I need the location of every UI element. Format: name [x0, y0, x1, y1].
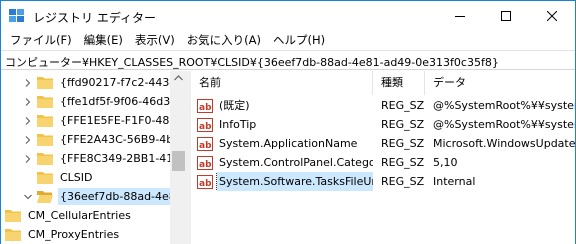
folder-icon: [37, 153, 53, 165]
scrollbar-thumb[interactable]: [172, 151, 185, 171]
menu-file[interactable]: ファイル(F): [4, 31, 78, 50]
chevron-right-icon[interactable]: [23, 135, 33, 145]
tree-item[interactable]: {FFE2A43C-56B9-4bf5-9: [23, 130, 187, 149]
tree-item-selected[interactable]: {36eef7db-88ad-4e81-a: [23, 187, 187, 206]
folder-icon: [37, 96, 53, 108]
menu-help[interactable]: ヘルプ(H): [267, 31, 331, 50]
values-list-pane[interactable]: 名前 種類 データ ab (既定) REG_SZ @%SystemRoot%¥¥…: [191, 71, 575, 244]
tree-item-label: {FFE8C349-2BB1-411F-9: [60, 152, 187, 165]
tree-item-clsid[interactable]: CLSID: [37, 168, 95, 187]
registry-editor-window: レジストリ エディター ファイル(F) 編集(E) 表示(V) お気に入り(A)…: [0, 0, 576, 244]
menu-edit[interactable]: 編集(E): [78, 31, 129, 50]
value-row[interactable]: ab System.ControlPanel.Category REG_SZ 5…: [191, 153, 575, 172]
value-type: REG_SZ: [381, 99, 425, 112]
minimize-icon: [455, 16, 465, 17]
tree-item-label: {36eef7db-88ad-4e81-a: [58, 188, 187, 205]
tree-item[interactable]: CM_CellularEntries: [5, 206, 133, 225]
close-button[interactable]: [529, 1, 575, 31]
value-name: (既定): [219, 99, 250, 112]
folder-icon: [37, 134, 53, 146]
maximize-button[interactable]: [483, 1, 529, 31]
menu-bar: ファイル(F) 編集(E) 表示(V) お気に入り(A) ヘルプ(H): [1, 31, 575, 50]
tree-item[interactable]: {ffd90217-f7c2-4434-9e: [23, 73, 187, 92]
string-value-icon: ab: [197, 155, 213, 170]
chevron-right-icon[interactable]: [23, 154, 33, 164]
tree-item-label: {ffd90217-f7c2-4434-9e: [60, 76, 187, 89]
folder-icon: [5, 210, 21, 222]
string-value-icon: ab: [197, 136, 213, 151]
svg-text:ab: ab: [199, 122, 212, 132]
registry-editor-icon: [9, 9, 24, 22]
tree-item-label: CM_ProxyEntries: [28, 228, 120, 241]
key-tree-pane[interactable]: {ffd90217-f7c2-4434-9e {ffe1df5f-9f06-46…: [1, 71, 187, 244]
value-data: @%SystemRoot%¥¥system: [433, 118, 575, 131]
value-row[interactable]: ab System.ApplicationName REG_SZ Microso…: [191, 134, 575, 153]
chevron-right-icon[interactable]: [23, 97, 33, 107]
svg-text:ab: ab: [199, 179, 212, 189]
menu-favorites[interactable]: お気に入り(A): [181, 31, 267, 50]
value-name: System.ControlPanel.Category: [219, 156, 373, 169]
address-bar[interactable]: コンピューター¥HKEY_CLASSES_ROOT¥CLSID¥{36eef7d…: [1, 50, 575, 70]
value-type: REG_SZ: [381, 118, 425, 131]
value-type: REG_SZ: [381, 137, 425, 150]
column-header-name[interactable]: 名前: [191, 71, 373, 95]
scroll-up-icon[interactable]: [174, 75, 183, 81]
value-data: Internal: [433, 175, 476, 188]
tree-item-label: {FFE2A43C-56B9-4bf5-9: [60, 133, 187, 146]
list-header: 名前 種類 データ: [191, 71, 575, 95]
value-row[interactable]: ab (既定) REG_SZ @%SystemRoot%¥¥system: [191, 96, 575, 115]
column-header-data[interactable]: データ: [425, 71, 575, 95]
open-folder-icon: [37, 191, 53, 203]
value-data: 5,10: [433, 156, 458, 169]
folder-icon: [5, 229, 21, 241]
tree-item-label: CM_CellularEntries: [28, 209, 131, 222]
tree-item[interactable]: {FFE1E5FE-F1F0-48C8-9: [23, 111, 187, 130]
tree-item-label: {ffe1df5f-9f06-46d3-af2: [60, 95, 187, 108]
svg-text:ab: ab: [199, 141, 212, 151]
svg-text:ab: ab: [199, 103, 212, 113]
value-name: System.ApplicationName: [219, 137, 358, 150]
tree-item[interactable]: {ffe1df5f-9f06-46d3-af2: [23, 92, 187, 111]
value-type: REG_SZ: [381, 175, 425, 188]
value-name: InfoTip: [219, 118, 257, 131]
string-value-icon: ab: [197, 117, 213, 132]
value-row-selected[interactable]: ab System.Software.TasksFileUrl REG_SZ I…: [191, 172, 575, 191]
chevron-down-icon[interactable]: [23, 192, 33, 202]
value-data: Microsoft.WindowsUpdate: [433, 137, 575, 150]
string-value-icon: ab: [197, 174, 213, 189]
tree-item[interactable]: {FFE8C349-2BB1-411F-9: [23, 149, 187, 168]
minimize-button[interactable]: [437, 1, 483, 31]
svg-text:ab: ab: [199, 160, 212, 170]
tree-scrollbar[interactable]: [170, 71, 187, 244]
close-icon: [547, 11, 557, 21]
tree-item-label: {FFE1E5FE-F1F0-48C8-9: [60, 114, 187, 127]
title-bar[interactable]: レジストリ エディター: [1, 1, 575, 31]
chevron-right-icon[interactable]: [23, 116, 33, 126]
folder-icon: [37, 115, 53, 127]
tree-item-label: CLSID: [60, 171, 93, 184]
chevron-right-icon[interactable]: [23, 78, 33, 88]
value-name: System.Software.TasksFileUrl: [215, 172, 373, 191]
tree-item[interactable]: CM_ProxyEntries: [5, 225, 121, 244]
value-data: @%SystemRoot%¥¥system: [433, 99, 575, 112]
value-row[interactable]: ab InfoTip REG_SZ @%SystemRoot%¥¥system: [191, 115, 575, 134]
window-title: レジストリ エディター: [33, 11, 156, 25]
folder-icon: [37, 172, 53, 184]
address-path[interactable]: コンピューター¥HKEY_CLASSES_ROOT¥CLSID¥{36eef7d…: [5, 54, 571, 70]
column-header-type[interactable]: 種類: [373, 71, 425, 95]
value-type: REG_SZ: [381, 156, 425, 169]
menu-view[interactable]: 表示(V): [129, 31, 181, 50]
string-value-icon: ab: [197, 98, 213, 113]
maximize-icon: [501, 11, 511, 21]
folder-icon: [37, 77, 53, 89]
